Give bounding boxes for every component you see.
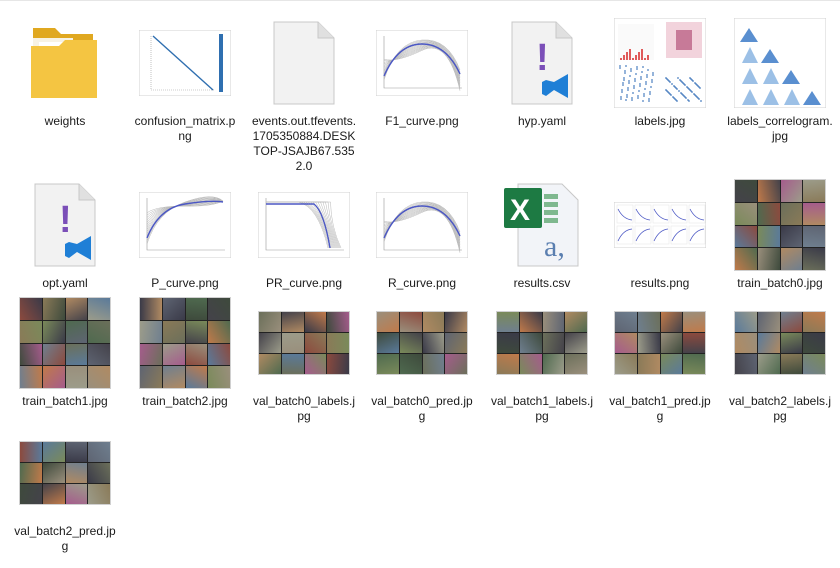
svg-text:!: ! (59, 199, 72, 241)
file-item[interactable]: val_batch0_pred.jpg (367, 280, 477, 424)
file-item[interactable]: PR_curve.png (249, 162, 359, 291)
image-mosaic-thumbnail (140, 298, 230, 388)
image-mosaic-thumbnail (259, 312, 349, 374)
file-thumbnail[interactable] (17, 425, 113, 521)
image-mosaic-thumbnail (615, 312, 705, 374)
file-thumbnail[interactable] (374, 15, 470, 111)
file-thumbnail[interactable] (374, 295, 470, 391)
file-name-label: val_batch1_labels.jpg (490, 394, 594, 423)
file-thumbnail[interactable] (137, 15, 233, 111)
file-name-label: val_batch0_pred.jpg (371, 394, 473, 423)
file-thumbnail[interactable] (374, 177, 470, 273)
image-mosaic-thumbnail (497, 312, 587, 374)
file-thumbnail[interactable] (137, 295, 233, 391)
file-thumbnail[interactable]: ! (17, 177, 113, 273)
file-name-label: train_batch1.jpg (22, 394, 108, 408)
image-mosaic-thumbnail (735, 312, 825, 374)
image-mosaic-thumbnail (20, 442, 110, 504)
file-item[interactable]: Xa, results.csv (487, 162, 597, 291)
file-thumbnail[interactable] (612, 15, 708, 111)
file-name-label: val_batch0_labels.jpg (252, 394, 356, 423)
file-item[interactable]: R_curve.png (367, 162, 477, 291)
file-thumbnail[interactable] (137, 177, 233, 273)
file-item[interactable]: weights (10, 0, 120, 129)
image-mosaic-thumbnail (735, 180, 825, 270)
file-thumbnail[interactable] (256, 177, 352, 273)
file-thumbnail[interactable] (17, 295, 113, 391)
file-thumbnail[interactable] (17, 15, 113, 111)
confusion-matrix-thumbnail (139, 30, 231, 96)
file-item[interactable]: val_batch2_pred.jpg (10, 410, 120, 554)
file-thumbnail[interactable] (612, 295, 708, 391)
labels-thumbnail (614, 18, 706, 108)
results-thumbnail (614, 202, 706, 248)
correlogram-thumbnail (734, 18, 826, 108)
chart-thumbnail (376, 192, 468, 258)
file-name-label: weights (44, 114, 86, 128)
file-thumbnail[interactable] (256, 295, 352, 391)
file-name-label: hyp.yaml (517, 114, 567, 128)
file-thumbnail[interactable] (732, 295, 828, 391)
file-name-label: val_batch2_labels.jpg (728, 394, 832, 423)
yaml-file-icon: ! (511, 21, 573, 105)
file-thumbnail[interactable] (612, 177, 708, 273)
file-item[interactable]: ! hyp.yaml (487, 0, 597, 129)
svg-text:a,: a, (544, 230, 565, 263)
file-item[interactable]: train_batch0.jpg (725, 162, 835, 291)
file-item[interactable]: events.out.tfevents.1705350884.DESKTOP-J… (249, 0, 359, 174)
file-item[interactable]: labels_correlogram.jpg (725, 0, 835, 144)
blank-file-icon (273, 21, 335, 105)
file-name-label: confusion_matrix.png (134, 114, 236, 143)
file-thumbnail[interactable]: ! (494, 15, 590, 111)
chart-thumbnail (376, 30, 468, 96)
file-item[interactable]: P_curve.png (130, 162, 240, 291)
file-item[interactable]: results.png (605, 162, 715, 291)
folder-icon (31, 28, 97, 98)
svg-text:!: ! (536, 37, 549, 79)
file-thumbnail[interactable] (494, 295, 590, 391)
file-name-label: train_batch2.jpg (142, 394, 228, 408)
file-item[interactable]: val_batch1_pred.jpg (605, 280, 715, 424)
file-item[interactable]: val_batch0_labels.jpg (249, 280, 359, 424)
image-mosaic-thumbnail (20, 298, 110, 388)
svg-text:X: X (510, 194, 530, 227)
file-thumbnail[interactable] (732, 15, 828, 111)
file-thumbnail[interactable] (732, 177, 828, 273)
file-item[interactable]: ! opt.yaml (10, 162, 120, 291)
excel-file-icon: Xa, (504, 183, 579, 267)
file-item[interactable]: train_batch1.jpg (10, 280, 120, 409)
file-item[interactable]: labels.jpg (605, 0, 715, 129)
chart-thumbnail (139, 192, 231, 258)
image-mosaic-thumbnail (377, 312, 467, 374)
file-thumbnail[interactable] (256, 15, 352, 111)
file-name-label: F1_curve.png (385, 114, 459, 128)
file-name-label: labels.jpg (634, 114, 686, 128)
file-item[interactable]: confusion_matrix.png (130, 0, 240, 144)
file-item[interactable]: train_batch2.jpg (130, 280, 240, 409)
file-name-label: val_batch2_pred.jpg (14, 524, 116, 553)
file-name-label: val_batch1_pred.jpg (609, 394, 711, 423)
file-item[interactable]: F1_curve.png (367, 0, 477, 129)
chart-thumbnail (258, 192, 350, 258)
file-thumbnail[interactable]: Xa, (494, 177, 590, 273)
yaml-file-icon: ! (34, 183, 96, 267)
file-name-label: labels_correlogram.jpg (727, 114, 833, 143)
file-item[interactable]: val_batch2_labels.jpg (725, 280, 835, 424)
file-item[interactable]: val_batch1_labels.jpg (487, 280, 597, 424)
